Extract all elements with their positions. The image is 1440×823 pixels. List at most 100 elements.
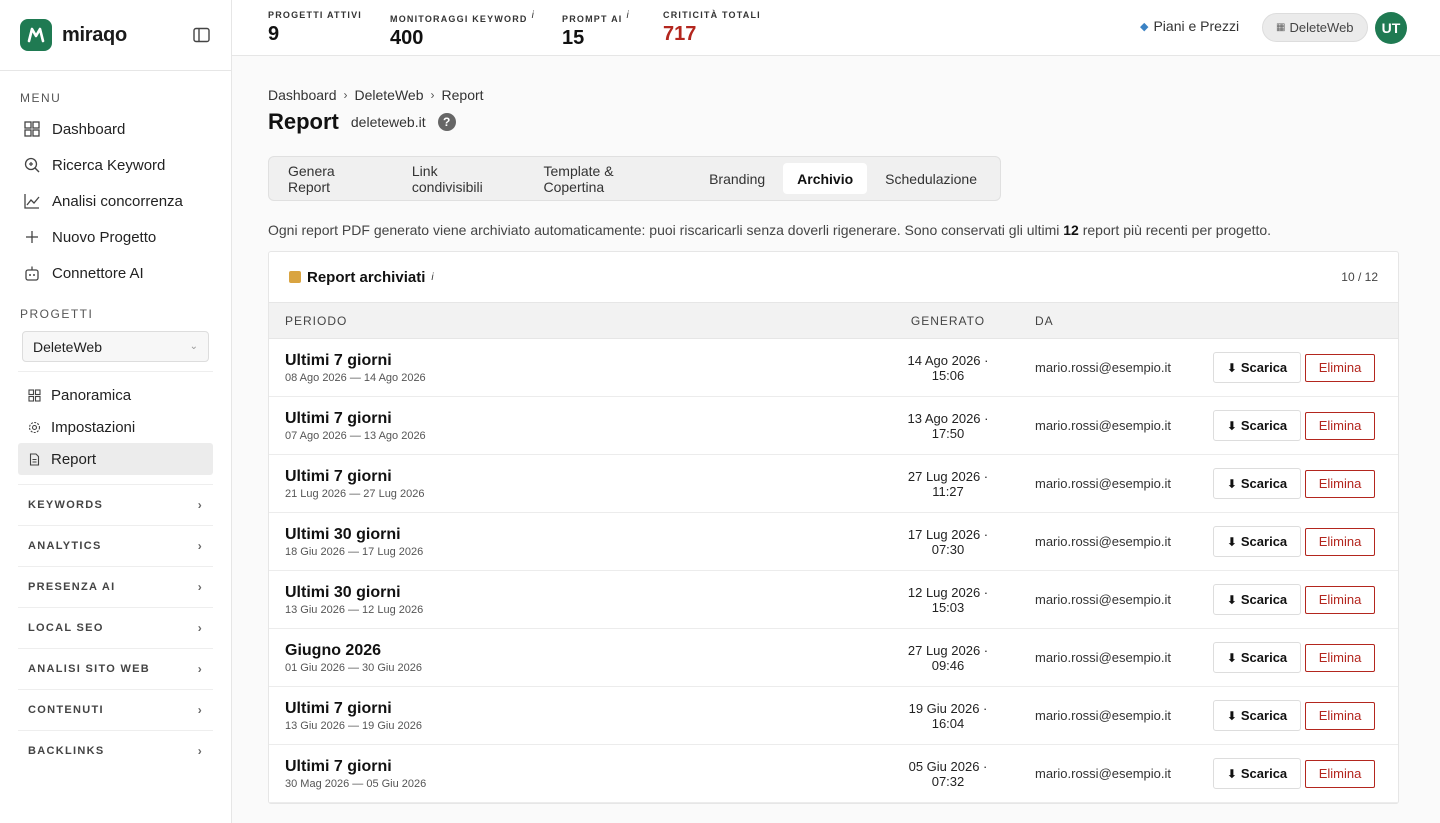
delete-button[interactable]: Elimina bbox=[1305, 643, 1375, 672]
breadcrumb-dashboard[interactable]: Dashboard bbox=[268, 87, 337, 103]
download-button[interactable]: ⬇ Scarica bbox=[1213, 758, 1301, 789]
group-local-seo[interactable]: LOCAL SEO › bbox=[18, 607, 213, 648]
author-email: mario.rossi@esempio.it bbox=[1035, 708, 1172, 723]
download-button[interactable]: ⬇ Scarica bbox=[1213, 526, 1301, 557]
group-contenuti[interactable]: CONTENUTI › bbox=[18, 689, 213, 730]
generated-cell: 27 Lug 2026 · 09:46 bbox=[869, 643, 1027, 673]
group-backlinks[interactable]: BACKLINKS › bbox=[18, 730, 213, 771]
download-label: Scarica bbox=[1240, 650, 1288, 665]
retention-count: 12 bbox=[1063, 222, 1079, 238]
sub-item-impostazioni[interactable]: Impostazioni bbox=[18, 411, 213, 443]
tab-archivio[interactable]: Archivio bbox=[783, 163, 868, 194]
archive-card-header: Report archiviati i 10 / 12 bbox=[269, 252, 1398, 303]
download-button[interactable]: ⬇ Scarica bbox=[1213, 352, 1301, 383]
generated-cell: 27 Lug 2026 · 11:27 bbox=[869, 469, 1027, 499]
menu-item-nuovo-progetto[interactable]: Nuovo Progetto bbox=[0, 219, 231, 255]
project-select[interactable]: DeleteWeb ⌄ bbox=[22, 331, 209, 362]
pricing-link[interactable]: ◆ Piani e Prezzi bbox=[1140, 18, 1239, 34]
period-range: 30 Mag 2026 — 05 Giu 2026 bbox=[285, 777, 427, 790]
delete-button[interactable]: Elimina bbox=[1305, 585, 1375, 614]
help-icon[interactable]: ? bbox=[437, 113, 456, 131]
table-row: Ultimi 30 giorni 18 Giu 2026 — 17 Lug 202… bbox=[269, 513, 1398, 571]
delete-button[interactable]: Elimina bbox=[1305, 469, 1375, 498]
generated-date: 19 Giu 2026 · bbox=[908, 700, 988, 716]
generated-time: 15:06 bbox=[931, 367, 965, 383]
group-label: ANALYTICS bbox=[28, 540, 102, 552]
delete-button[interactable]: Elimina bbox=[1305, 527, 1375, 556]
project-domain: deleteweb.it bbox=[350, 114, 426, 130]
tab-branding[interactable]: Branding bbox=[695, 163, 779, 194]
download-button[interactable]: ⬇ Scarica bbox=[1213, 410, 1301, 441]
period-cell: Giugno 2026 01 Giu 2026 — 30 Giu 2026 bbox=[269, 642, 869, 674]
archive-box-icon bbox=[289, 271, 301, 283]
generated-cell: 19 Giu 2026 · 16:04 bbox=[869, 701, 1027, 731]
download-button[interactable]: ⬇ Scarica bbox=[1213, 642, 1301, 673]
table-row: Ultimi 7 giorni 21 Lug 2026 — 27 Lug 2026… bbox=[269, 455, 1398, 513]
period-label: Ultimi 30 giorni bbox=[285, 583, 401, 601]
generated-time: 16:04 bbox=[931, 715, 965, 731]
grid-icon bbox=[28, 388, 41, 402]
sub-item-label: Report bbox=[51, 450, 97, 468]
stat-progetti-attivi: PROGETTI ATTIVI 9 bbox=[268, 10, 362, 46]
generated-time: 11:27 bbox=[932, 483, 964, 499]
group-keywords[interactable]: KEYWORDS › bbox=[18, 484, 213, 525]
sub-item-label: Panoramica bbox=[51, 386, 132, 404]
group-analytics[interactable]: ANALYTICS › bbox=[18, 525, 213, 566]
table-row: Giugno 2026 01 Giu 2026 — 30 Giu 2026 27 L… bbox=[269, 629, 1398, 687]
column-header-da: DA bbox=[1035, 313, 1054, 328]
period-cell: Ultimi 7 giorni 08 Ago 2026 — 14 Ago 2026 bbox=[269, 352, 869, 384]
project-pill[interactable]: ▦ DeleteWeb bbox=[1262, 13, 1368, 42]
stat-value: 15 bbox=[562, 27, 585, 49]
chevron-right-icon: › bbox=[197, 662, 203, 676]
tab-template-copertina[interactable]: Template & Copertina bbox=[530, 163, 692, 195]
download-label: Scarica bbox=[1240, 418, 1288, 433]
chevron-right-icon: › bbox=[343, 88, 348, 102]
tab-genera-report[interactable]: Genera Report bbox=[274, 163, 394, 195]
download-arrow-icon: ⬇ bbox=[1226, 476, 1237, 491]
group-presenza-ai[interactable]: PRESENZA AI › bbox=[18, 566, 213, 607]
period-cell: Ultimi 7 giorni 07 Ago 2026 — 13 Ago 2026 bbox=[269, 410, 869, 442]
tab-schedulazione[interactable]: Schedulazione bbox=[871, 163, 991, 194]
download-label: Scarica bbox=[1240, 476, 1288, 491]
menu-item-ricerca-keyword[interactable]: Ricerca Keyword bbox=[0, 147, 231, 183]
stat-value: 400 bbox=[390, 27, 424, 49]
avatar[interactable]: UT bbox=[1375, 12, 1407, 44]
info-icon[interactable]: i bbox=[532, 10, 535, 21]
sidebar-toggle-icon[interactable] bbox=[191, 25, 211, 45]
tab-link-condivisibili[interactable]: Link condivisibili bbox=[398, 163, 526, 195]
breadcrumb-project[interactable]: DeleteWeb bbox=[355, 87, 424, 103]
stat-prompt-ai: PROMPT AI i 15 bbox=[562, 10, 630, 50]
title-row: Report deleteweb.it ? bbox=[268, 109, 1399, 135]
generated-date: 12 Lug 2026 · bbox=[907, 584, 989, 600]
group-analisi-sito-web[interactable]: ANALISI SITO WEB › bbox=[18, 648, 213, 689]
archive-count: 10 / 12 bbox=[1341, 270, 1378, 284]
period-cell: Ultimi 7 giorni 30 Mag 2026 — 05 Giu 2026 bbox=[269, 758, 869, 790]
menu-item-dashboard[interactable]: Dashboard bbox=[0, 111, 231, 147]
page-title: Report bbox=[268, 109, 339, 134]
delete-button[interactable]: Elimina bbox=[1305, 701, 1375, 730]
logo-icon[interactable] bbox=[20, 19, 52, 51]
menu-item-connettore-ai[interactable]: Connettore AI bbox=[0, 255, 231, 291]
sub-item-panoramica[interactable]: Panoramica bbox=[18, 379, 213, 411]
menu-item-label: Analisi concorrenza bbox=[52, 192, 183, 210]
delete-button[interactable]: Elimina bbox=[1305, 353, 1375, 382]
menu-item-analisi-concorrenza[interactable]: Analisi concorrenza bbox=[0, 183, 231, 219]
download-arrow-icon: ⬇ bbox=[1226, 360, 1237, 375]
table-body: Ultimi 7 giorni 08 Ago 2026 — 14 Ago 2026… bbox=[269, 339, 1398, 803]
pricing-label: Piani e Prezzi bbox=[1153, 18, 1240, 34]
generated-cell: 17 Lug 2026 · 07:30 bbox=[869, 527, 1027, 557]
info-icon[interactable]: i bbox=[431, 272, 433, 283]
download-button[interactable]: ⬇ Scarica bbox=[1213, 468, 1301, 499]
gear-icon bbox=[28, 421, 41, 434]
download-button[interactable]: ⬇ Scarica bbox=[1213, 584, 1301, 615]
info-icon[interactable]: i bbox=[626, 10, 629, 21]
download-arrow-icon: ⬇ bbox=[1226, 708, 1237, 723]
download-button[interactable]: ⬇ Scarica bbox=[1213, 700, 1301, 731]
delete-button[interactable]: Elimina bbox=[1305, 759, 1375, 788]
generated-cell: 14 Ago 2026 · 15:06 bbox=[869, 353, 1027, 383]
stat-value: 717 bbox=[663, 23, 697, 45]
sub-item-report[interactable]: Report bbox=[18, 443, 213, 475]
generated-date: 13 Ago 2026 · bbox=[907, 410, 989, 426]
author-email: mario.rossi@esempio.it bbox=[1035, 766, 1172, 781]
delete-button[interactable]: Elimina bbox=[1305, 411, 1375, 440]
